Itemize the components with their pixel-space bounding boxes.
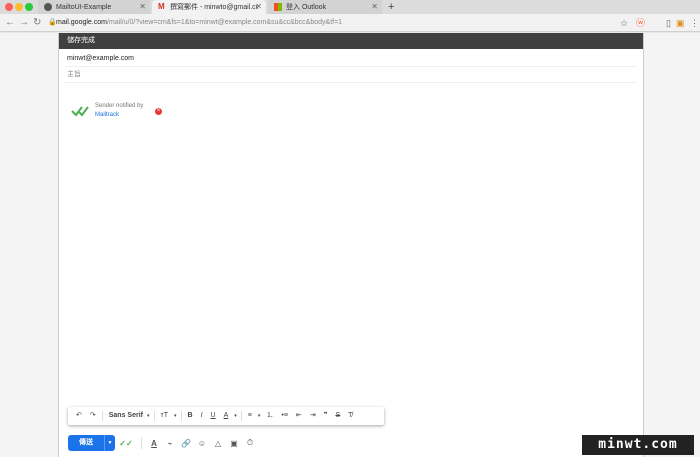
- tab-compose-mail[interactable]: M 撰寫郵件 - minwto@gmail.com ✕: [152, 0, 266, 14]
- close-tab-icon[interactable]: ✕: [139, 2, 146, 11]
- close-tab-icon[interactable]: ✕: [255, 2, 262, 11]
- clear-formatting-icon[interactable]: T̸: [344, 407, 356, 425]
- address-bar[interactable]: mail.google.com/mail/u/0/?view=cm&fs=1&t…: [56, 18, 342, 28]
- compose-header: 儲存完成: [59, 33, 643, 49]
- indent-less-icon[interactable]: ⇤: [292, 407, 306, 425]
- chevron-down-icon[interactable]: ▾: [145, 407, 152, 425]
- url-host: mail.google.com: [56, 19, 107, 26]
- forward-arrow-icon[interactable]: →: [19, 16, 29, 30]
- mailtrack-toggle-icon[interactable]: ✓✓: [115, 439, 137, 448]
- strikethrough-icon[interactable]: S: [331, 407, 344, 425]
- tab-strip: MailtoUI-Example ✕ M 撰寫郵件 - minwto@gmail…: [0, 0, 700, 14]
- remove-signature-icon[interactable]: ×: [155, 108, 162, 115]
- link-icon[interactable]: 🔗: [178, 439, 194, 448]
- divider: [153, 411, 155, 421]
- numbered-list-icon[interactable]: ⒈: [262, 407, 277, 425]
- chevron-down-icon[interactable]: ▼: [105, 435, 115, 451]
- italic-button[interactable]: I: [197, 407, 207, 425]
- compose-actions: 傳送 ▼ ✓✓ A ⌁ 🔗 ☺ △ ▣ ⏱: [59, 429, 645, 457]
- compose-window: 儲存完成 minwt@example.com 主旨 Sender notifie…: [58, 33, 644, 457]
- tab-mailtoui-example[interactable]: MailtoUI-Example ✕: [38, 0, 150, 14]
- chevron-down-icon[interactable]: ▾: [232, 407, 239, 425]
- mailtrack-link[interactable]: Mailtrack: [95, 112, 119, 118]
- bulleted-list-icon[interactable]: •≡: [277, 407, 292, 425]
- reload-icon[interactable]: ↻: [33, 16, 41, 30]
- bold-button[interactable]: B: [184, 407, 197, 425]
- text-color-icon[interactable]: A: [220, 407, 233, 425]
- align-icon[interactable]: ≡: [244, 407, 256, 425]
- font-size-icon[interactable]: ᴛT: [157, 407, 172, 425]
- url-path: /mail/u/0/?view=cm&fs=1&to=minwt@example…: [106, 19, 343, 26]
- tab-title: MailtoUI-Example: [56, 3, 112, 11]
- formatting-options-icon[interactable]: A: [146, 439, 162, 448]
- double-check-icon: [71, 106, 89, 117]
- photo-icon[interactable]: ▣: [226, 439, 242, 448]
- quote-icon[interactable]: ❞: [320, 407, 332, 425]
- gmail-icon: M: [158, 2, 165, 11]
- close-tab-icon[interactable]: ✕: [371, 2, 378, 11]
- extension-icon[interactable]: ▣: [676, 17, 685, 29]
- tab-title: 撰寫郵件 - minwto@gmail.com: [170, 4, 258, 11]
- microsoft-icon: [274, 3, 282, 11]
- divider: [141, 437, 142, 449]
- to-field[interactable]: minwt@example.com: [65, 51, 637, 67]
- device-icon[interactable]: ▯: [666, 17, 671, 29]
- divider: [180, 411, 182, 421]
- indent-more-icon[interactable]: ⇥: [306, 407, 320, 425]
- divider: [101, 411, 103, 421]
- new-tab-button[interactable]: +: [388, 0, 394, 14]
- confidential-mode-icon[interactable]: ⏱: [242, 438, 258, 448]
- underline-button[interactable]: U: [207, 407, 220, 425]
- page-content: 儲存完成 minwt@example.com 主旨 Sender notifie…: [0, 33, 700, 457]
- redo-icon[interactable]: ↷: [86, 407, 100, 425]
- divider: [240, 411, 242, 421]
- bookmark-star-icon[interactable]: ☆: [620, 17, 628, 29]
- menu-icon[interactable]: ⋮: [690, 17, 699, 29]
- minimize-window-button[interactable]: [15, 3, 23, 11]
- send-label: 傳送: [68, 435, 105, 451]
- undo-icon[interactable]: ↶: [72, 407, 86, 425]
- emoji-icon[interactable]: ☺: [194, 439, 210, 448]
- tab-outlook-login[interactable]: 登入 Outlook ✕: [268, 0, 382, 14]
- mailtrack-notice: Sender notified by: [95, 103, 144, 109]
- close-window-button[interactable]: [5, 3, 13, 11]
- watermark-logo: minwt.com: [582, 435, 694, 455]
- chevron-down-icon[interactable]: ▾: [172, 407, 179, 425]
- attach-icon[interactable]: ⌁: [162, 439, 178, 448]
- site-icon: [44, 3, 52, 11]
- drive-icon[interactable]: △: [210, 439, 226, 448]
- maximize-window-button[interactable]: [25, 3, 33, 11]
- send-button[interactable]: 傳送 ▼: [68, 435, 115, 451]
- formatting-toolbar: ↶ ↷ Sans Serif ▾ ᴛT ▾ B I U A ▾ ≡ ▾ ⒈ •≡…: [68, 407, 384, 425]
- tab-title: 登入 Outlook: [286, 4, 327, 11]
- subject-field[interactable]: 主旨: [65, 67, 637, 83]
- back-arrow-icon[interactable]: ←: [5, 16, 15, 30]
- browser-toolbar: ← → ↻ 🔒 mail.google.com/mail/u/0/?view=c…: [0, 14, 700, 32]
- font-select[interactable]: Sans Serif: [105, 407, 145, 425]
- extension-icon[interactable]: ⓦ: [636, 17, 645, 29]
